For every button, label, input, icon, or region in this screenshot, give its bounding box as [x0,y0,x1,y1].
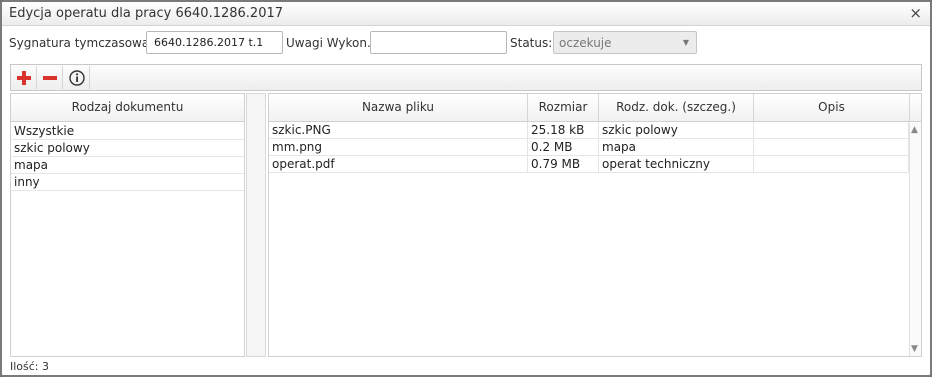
sygnatura-label: Sygnatura tymczasowa: [9,36,154,50]
dialog-titlebar[interactable]: Edycja operatu dla pracy 6640.1286.2017 … [2,2,930,26]
doc-type-panel: Rodzaj dokumentu Wszystkie szkic polowy … [10,93,259,357]
edit-operat-dialog: Edycja operatu dla pracy 6640.1286.2017 … [0,0,932,377]
col-rodz-dok[interactable]: Rodz. dok. (szczeg.) [599,94,754,121]
status-value: oczekuje [559,36,612,50]
cell-rodz-dok: mapa [599,139,754,155]
cell-nazwa: szkic.PNG [269,122,528,138]
doc-type-item-wszystkie[interactable]: Wszystkie [11,123,244,140]
doc-type-header-label: Rodzaj dokumentu [71,100,184,114]
sygnatura-input[interactable]: 6640.1286.2017 t.1 [146,31,283,54]
files-scrollbar[interactable]: ▲ ▼ [909,123,921,356]
cell-opis [754,156,909,172]
status-select[interactable]: oczekuje ▼ [553,31,697,54]
toolbar [10,64,922,91]
col-rozmiar[interactable]: Rozmiar [528,94,599,121]
col-nazwa-pliku[interactable]: Nazwa pliku [269,94,528,121]
cell-rodz-dok: operat techniczny [599,156,754,172]
scroll-up-icon[interactable]: ▲ [911,125,918,135]
files-header: Nazwa pliku Rozmiar Rodz. dok. (szczeg.)… [269,94,921,122]
uwagi-input[interactable] [370,31,507,54]
cell-nazwa: operat.pdf [269,156,528,172]
doc-type-item-szkic-polowy[interactable]: szkic polowy [11,140,244,157]
minus-icon [42,75,57,80]
files-panel: Nazwa pliku Rozmiar Rodz. dok. (szczeg.)… [268,93,922,357]
table-row[interactable]: mm.png 0.2 MB mapa [269,139,909,156]
cell-rozmiar: 0.2 MB [528,139,599,155]
plus-icon [16,70,31,85]
doc-type-label: szkic polowy [14,141,90,155]
add-button[interactable] [11,66,37,89]
cell-rodz-dok: szkic polowy [599,122,754,138]
cell-opis [754,139,909,155]
col-opis[interactable]: Opis [754,94,910,121]
cell-nazwa: mm.png [269,139,528,155]
table-row[interactable]: szkic.PNG 25.18 kB szkic polowy [269,122,909,139]
doc-type-label: Wszystkie [14,124,75,138]
doc-type-label: mapa [14,158,49,172]
doc-type-label: inny [14,175,40,189]
dialog-title: Edycja operatu dla pracy 6640.1286.2017 [9,6,284,21]
record-count: Ilość: 3 [10,360,50,373]
cell-opis [754,122,909,138]
table-row[interactable]: operat.pdf 0.79 MB operat techniczny [269,156,909,173]
info-button[interactable] [64,66,90,89]
doc-type-item-inny[interactable]: inny [11,174,244,191]
close-icon[interactable]: × [909,5,922,21]
info-icon [68,69,85,86]
panel-splitter[interactable] [246,93,266,357]
remove-button[interactable] [37,66,63,89]
form-row: Sygnatura tymczasowa: 6640.1286.2017 t.1… [2,26,930,60]
doc-type-item-mapa[interactable]: mapa [11,157,244,174]
doc-type-header: Rodzaj dokumentu [11,94,244,122]
scroll-down-icon[interactable]: ▼ [911,344,918,354]
cell-rozmiar: 25.18 kB [528,122,599,138]
status-label: Status: [510,36,553,50]
cell-rozmiar: 0.79 MB [528,156,599,172]
uwagi-label: Uwagi Wykon.: [286,36,375,50]
chevron-down-icon: ▼ [682,38,689,47]
